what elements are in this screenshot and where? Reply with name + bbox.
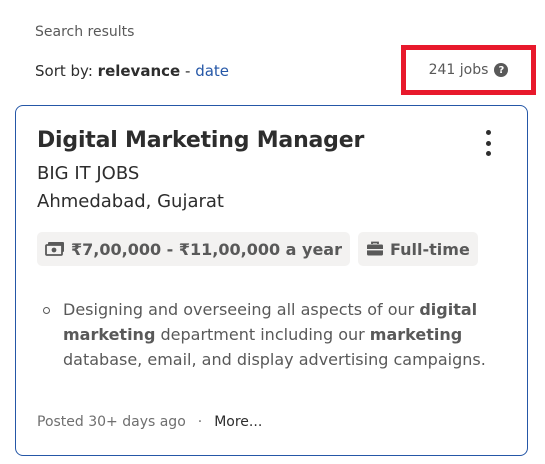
help-icon[interactable]: ? [494,63,509,77]
sort-separator: - [184,62,191,80]
more-link[interactable]: More... [214,414,262,430]
sort-by-label: Sort by: [35,62,93,80]
kebab-menu-icon[interactable] [478,130,498,156]
job-footer: Posted 30+ days ago · More... [37,414,262,430]
job-type-tag: Full-time [358,232,478,266]
job-card[interactable]: Digital Marketing Manager BIG IT JOBS Ah… [15,105,528,456]
job-tags: ₹7,00,000 - ₹11,00,000 a year Full-time [37,232,478,266]
snippet-text: database, email, and display advertising… [63,350,486,369]
posted-date: Posted 30+ days ago [37,414,186,430]
job-snippet: Designing and overseeing all aspects of … [37,297,507,372]
sort-by-row: Sort by: relevance - date [35,62,229,80]
company-name: BIG IT JOBS [37,163,140,184]
snippet-bullet: Designing and overseeing all aspects of … [43,297,507,372]
snippet-text: department including our [155,325,370,344]
salary-tag: ₹7,00,000 - ₹11,00,000 a year [37,232,350,266]
briefcase-icon [367,241,383,256]
sort-date-link[interactable]: date [195,62,229,80]
footer-separator: · [197,414,203,430]
job-location: Ahmedabad, Gujarat [37,191,224,212]
job-count-box: 241 jobs ? [401,45,536,95]
salary-text: ₹7,00,000 - ₹11,00,000 a year [71,239,342,259]
job-count: 241 jobs [428,62,489,78]
search-results-label: Search results [35,24,135,40]
snippet-highlight: marketing [369,325,463,344]
salary-icon [45,242,64,256]
job-type-text: Full-time [390,239,470,259]
job-title[interactable]: Digital Marketing Manager [37,128,364,153]
snippet-text: Designing and overseeing all aspects of … [63,300,420,319]
sort-relevance: relevance [97,62,181,80]
